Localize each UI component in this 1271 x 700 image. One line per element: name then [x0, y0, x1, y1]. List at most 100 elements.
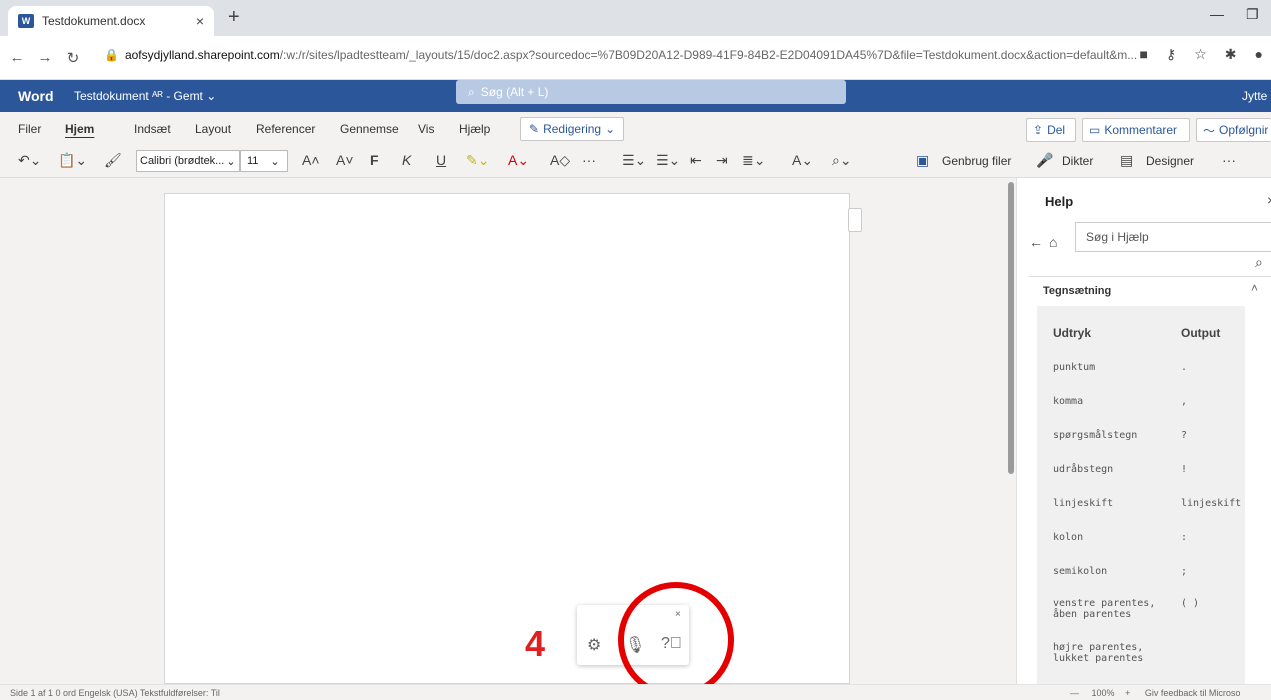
comment-icon: ▭	[1089, 123, 1101, 137]
chevron-down-icon: ⌄	[605, 122, 616, 136]
align-icon[interactable]: ≣⌄	[742, 152, 765, 169]
bold-icon[interactable]: F	[370, 152, 379, 168]
table-cell-output: :	[1181, 532, 1188, 543]
share-button[interactable]: ⇪ Del	[1026, 118, 1076, 142]
tab-hjem[interactable]: Hjem	[65, 122, 94, 136]
table-cell-output: ( )	[1181, 598, 1200, 609]
font-size-value: 11	[247, 155, 259, 167]
url-field[interactable]: 🔒 aofsydjylland.sharepoint.com/:w:/r/site…	[104, 48, 1137, 62]
designer-button[interactable]: Designer	[1146, 154, 1194, 168]
vertical-scrollbar[interactable]	[1008, 182, 1014, 474]
browser-tab[interactable]: W Testdokument.docx ×	[8, 6, 214, 36]
clipboard-icon[interactable]: 📋⌄	[58, 152, 87, 169]
feedback-link[interactable]: Giv feedback til Microso	[1145, 688, 1241, 698]
comments-button[interactable]: ▭ Kommentarer	[1082, 118, 1190, 142]
tab-referencer[interactable]: Referencer	[256, 122, 315, 136]
tab-indsaet[interactable]: Indsæt	[134, 122, 171, 136]
italic-icon[interactable]: K	[402, 152, 411, 168]
table-cell-expression: linjeskift	[1053, 498, 1114, 509]
table-cell-output: ;	[1181, 566, 1188, 577]
numbering-icon[interactable]: ☰⌄	[656, 152, 680, 169]
home-icon[interactable]: ⌂	[1049, 234, 1057, 250]
reuse-files-button[interactable]: Genbrug filer	[942, 154, 1011, 168]
reuse-files-icon[interactable]: ▣	[916, 152, 929, 169]
zoom-in-icon[interactable]: +	[1125, 688, 1130, 698]
editing-mode-button[interactable]: ✎ Redigering ⌄	[520, 117, 624, 141]
highlight-circle-annotation	[618, 582, 734, 698]
chevron-down-icon: ⌄	[270, 155, 280, 168]
find-icon[interactable]: ⌕⌄	[832, 152, 852, 169]
tab-close-icon[interactable]: ×	[196, 13, 204, 29]
section-label: Tegnsætning	[1043, 285, 1112, 297]
font-size-field[interactable]: 11 ⌄	[240, 150, 288, 172]
zoom-out-icon[interactable]: —	[1070, 688, 1079, 698]
shrink-font-icon[interactable]: A˅	[336, 152, 354, 168]
decrease-indent-icon[interactable]: ⇤	[690, 152, 702, 169]
search-placeholder: Søg (Alt + L)	[480, 85, 549, 99]
table-cell-output: .	[1181, 362, 1188, 373]
tab-gennemse[interactable]: Gennemse	[340, 122, 399, 136]
format-painter-icon[interactable]: 🖌	[104, 152, 122, 169]
chevron-up-icon: ˄	[1251, 281, 1259, 295]
undo-icon[interactable]: ↶⌄	[18, 152, 41, 169]
document-name[interactable]: Testdokument ᴬᴿ - Gemt ⌄	[74, 89, 216, 103]
highlight-icon[interactable]: ✎⌄	[466, 152, 489, 169]
close-icon[interactable]: ×	[1267, 192, 1271, 208]
increase-indent-icon[interactable]: ⇥	[716, 152, 728, 169]
status-bar: Side 1 af 1 0 ord Engelsk (USA) Tekstful…	[0, 684, 1271, 700]
key-icon[interactable]: ⚷	[1166, 46, 1176, 63]
followup-button[interactable]: 〜 Opfølgnir	[1196, 118, 1271, 142]
search-icon[interactable]: ⌕	[1255, 254, 1263, 271]
tab-filer[interactable]: Filer	[18, 122, 41, 136]
font-color-icon[interactable]: A⌄	[508, 152, 529, 169]
grow-font-icon[interactable]: A˄	[302, 152, 320, 168]
user-name[interactable]: Jytte	[1242, 89, 1267, 103]
document-canvas	[0, 178, 1016, 684]
bullets-icon[interactable]: ☰⌄	[622, 152, 646, 169]
tab-hjaelp[interactable]: Hjælp	[459, 122, 490, 136]
lock-icon: 🔒	[104, 48, 119, 62]
reload-icon[interactable]: ↻	[62, 49, 84, 67]
search-input[interactable]: ⌕ Søg (Alt + L)	[456, 80, 846, 104]
minimize-icon[interactable]: —	[1210, 6, 1224, 22]
browser-tab-strip: W Testdokument.docx × + — ❐	[0, 0, 1271, 36]
back-arrow-icon[interactable]: ←	[1029, 234, 1043, 250]
zoom-level[interactable]: 100%	[1092, 688, 1115, 698]
table-cell-expression: udråbstegn	[1053, 464, 1114, 475]
table-cell-expression: semikolon	[1053, 566, 1108, 577]
settings-gear-icon[interactable]: ⚙	[587, 635, 601, 655]
new-tab-button[interactable]: +	[228, 6, 240, 29]
tab-vis[interactable]: Vis	[418, 122, 434, 136]
help-title: Help	[1045, 194, 1074, 209]
dictate-button[interactable]: Dikter	[1062, 154, 1093, 168]
help-search-input[interactable]: Søg i Hjælp	[1075, 222, 1271, 252]
star-icon[interactable]: ☆	[1194, 46, 1207, 63]
followup-label: Opfølgnir	[1219, 123, 1269, 137]
table-cell-expression: venstre parentes, åben parentes	[1053, 598, 1156, 620]
back-icon[interactable]: ←	[6, 49, 28, 66]
camera-icon[interactable]: ■	[1140, 46, 1148, 63]
underline-icon[interactable]: U	[436, 152, 446, 168]
forward-icon[interactable]: →	[34, 49, 56, 66]
help-search-placeholder: Søg i Hjælp	[1086, 230, 1149, 244]
punctuation-section-header[interactable]: Tegnsætning ˄	[1029, 276, 1271, 302]
tab-title: Testdokument.docx	[42, 14, 146, 28]
font-name-field[interactable]: Calibri (brødtek... ⌄	[136, 150, 240, 172]
extensions-icon[interactable]: ✱	[1225, 46, 1237, 63]
tab-layout[interactable]: Layout	[195, 122, 231, 136]
table-cell-output: linjeskift	[1181, 498, 1242, 509]
clear-format-icon[interactable]: A◇	[550, 152, 570, 169]
microphone-icon[interactable]: 🎤	[1036, 152, 1053, 169]
designer-icon[interactable]: ▤	[1120, 152, 1133, 169]
pencil-icon: ✎	[529, 122, 540, 136]
profile-icon[interactable]: ●	[1255, 46, 1263, 63]
more-icon[interactable]: ···	[582, 152, 596, 168]
table-cell-expression: spørgsmålstegn	[1053, 430, 1138, 441]
document-page[interactable]	[164, 193, 850, 684]
maximize-icon[interactable]: ❐	[1246, 6, 1259, 23]
more-options-icon[interactable]: ···	[1222, 152, 1236, 168]
app-name[interactable]: Word	[18, 88, 54, 104]
column-header-output: Output	[1181, 326, 1221, 340]
styles-icon[interactable]: A⌄	[792, 152, 813, 169]
address-bar: ← → ↻ 🔒 aofsydjylland.sharepoint.com/:w:/…	[0, 36, 1271, 80]
